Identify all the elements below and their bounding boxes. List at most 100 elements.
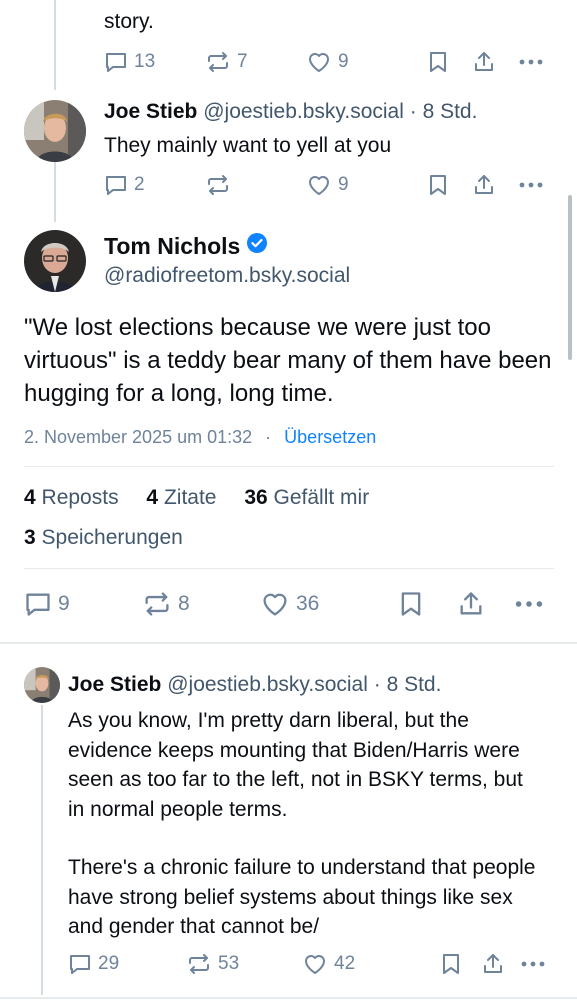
reposts-stat-num: 4 bbox=[24, 486, 36, 509]
divider bbox=[0, 997, 577, 999]
reply-icon bbox=[68, 952, 92, 976]
like-button[interactable]: 9 bbox=[306, 173, 349, 197]
more-icon bbox=[518, 173, 544, 197]
repost-count: 8 bbox=[178, 592, 190, 615]
bookmark-button[interactable] bbox=[427, 173, 449, 197]
repost-icon bbox=[205, 50, 231, 74]
like-count: 9 bbox=[338, 174, 349, 195]
verified-icon bbox=[246, 232, 268, 260]
author-handle[interactable]: @radiofreetom.bsky.social bbox=[104, 264, 350, 288]
like-button[interactable]: 36 bbox=[260, 590, 319, 618]
more-button[interactable] bbox=[518, 50, 544, 74]
bookmark-icon bbox=[427, 173, 449, 197]
post-date: 2. November 2025 um 01:32 bbox=[24, 427, 253, 447]
like-icon bbox=[306, 50, 332, 74]
divider bbox=[24, 568, 554, 569]
share-button[interactable] bbox=[472, 173, 496, 197]
share-icon bbox=[457, 590, 485, 618]
likes-stat[interactable]: 36 Gefällt mir bbox=[244, 486, 369, 509]
quotes-stat[interactable]: 4 Zitate bbox=[146, 486, 216, 509]
repost-button[interactable]: 53 bbox=[186, 952, 239, 976]
bookmark-button[interactable] bbox=[440, 952, 462, 976]
repost-count: 53 bbox=[218, 953, 240, 974]
more-icon bbox=[520, 952, 546, 976]
reply-header: Joe Stieb @joestieb.bsky.social · 8 Std. bbox=[68, 673, 441, 697]
post-stats: 4 Reposts 4 Zitate 36 Gefällt mir bbox=[24, 486, 369, 510]
share-button[interactable] bbox=[457, 590, 485, 618]
like-button[interactable]: 42 bbox=[302, 952, 355, 976]
repost-icon bbox=[205, 173, 231, 197]
reply-body: They mainly want to yell at you bbox=[104, 134, 392, 157]
share-button[interactable] bbox=[472, 50, 496, 74]
reply-count: 2 bbox=[134, 174, 145, 195]
share-icon bbox=[472, 173, 496, 197]
bookmark-button[interactable] bbox=[398, 590, 424, 618]
avatar[interactable] bbox=[24, 667, 60, 703]
more-icon bbox=[514, 590, 544, 618]
author-name[interactable]: Tom Nichols bbox=[104, 233, 240, 260]
repost-button[interactable] bbox=[205, 173, 231, 197]
repost-count: 7 bbox=[237, 51, 248, 72]
reply-button[interactable]: 2 bbox=[104, 173, 145, 197]
reply-header: Joe Stieb @joestieb.bsky.social · 8 Std. bbox=[104, 100, 477, 124]
avatar[interactable] bbox=[24, 100, 86, 162]
more-button[interactable] bbox=[514, 590, 544, 618]
reposts-stat[interactable]: 4 Reposts bbox=[24, 486, 119, 509]
repost-button[interactable]: 7 bbox=[205, 50, 248, 74]
divider bbox=[0, 642, 577, 644]
like-icon bbox=[302, 952, 328, 976]
reply-count: 29 bbox=[98, 953, 120, 974]
author-name[interactable]: Joe Stieb bbox=[68, 673, 161, 696]
bookmark-icon bbox=[440, 952, 462, 976]
author-handle[interactable]: @joestieb.bsky.social bbox=[167, 673, 368, 696]
thread-line bbox=[54, 0, 56, 90]
like-count: 36 bbox=[296, 592, 320, 615]
share-icon bbox=[472, 50, 496, 74]
author-name[interactable]: Joe Stieb bbox=[104, 100, 197, 123]
more-button[interactable] bbox=[520, 952, 546, 976]
like-button[interactable]: 9 bbox=[306, 50, 349, 74]
scrollbar-thumb[interactable] bbox=[568, 195, 572, 360]
reply-icon bbox=[104, 173, 128, 197]
more-button[interactable] bbox=[518, 173, 544, 197]
repost-icon bbox=[186, 952, 212, 976]
saves-stat[interactable]: 3 Speicherungen bbox=[24, 526, 183, 550]
reply-button[interactable]: 29 bbox=[68, 952, 119, 976]
post-body-tail: story. bbox=[104, 10, 154, 33]
post-date-row: 2. November 2025 um 01:32 · Übersetzen bbox=[24, 427, 376, 448]
repost-button[interactable]: 8 bbox=[142, 590, 190, 618]
like-icon bbox=[306, 173, 332, 197]
like-count: 9 bbox=[338, 51, 349, 72]
share-button[interactable] bbox=[481, 952, 505, 976]
quotes-stat-label: Zitate bbox=[163, 486, 217, 509]
thread-line bbox=[41, 705, 43, 995]
likes-stat-num: 36 bbox=[244, 486, 268, 509]
reply-button[interactable]: 9 bbox=[24, 590, 70, 618]
avatar[interactable] bbox=[24, 230, 86, 292]
like-count: 42 bbox=[334, 953, 356, 974]
reply-count: 13 bbox=[134, 51, 156, 72]
quotes-stat-num: 4 bbox=[146, 486, 159, 509]
more-icon bbox=[518, 50, 544, 74]
reply-body: As you know, I'm pretty darn liberal, bu… bbox=[68, 709, 523, 821]
post-time: · 8 Std. bbox=[409, 100, 478, 123]
likes-stat-label: Gefällt mir bbox=[273, 486, 370, 509]
bookmark-button[interactable] bbox=[427, 50, 449, 74]
author-handle[interactable]: @joestieb.bsky.social bbox=[203, 100, 404, 123]
reply-button[interactable]: 13 bbox=[104, 50, 155, 74]
reply-count: 9 bbox=[58, 592, 70, 615]
repost-icon bbox=[142, 590, 172, 618]
thread-line bbox=[54, 162, 56, 222]
saves-stat-num: 3 bbox=[24, 526, 36, 549]
saves-stat-label: Speicherungen bbox=[41, 526, 183, 549]
bookmark-icon bbox=[398, 590, 424, 618]
reply-body: There's a chronic failure to understand … bbox=[68, 856, 536, 938]
post-body: "We lost elections because we were just … bbox=[24, 314, 552, 407]
divider bbox=[24, 466, 554, 467]
author-header: Tom Nichols bbox=[104, 232, 268, 260]
share-icon bbox=[481, 952, 505, 976]
reply-icon bbox=[24, 590, 52, 618]
post-time: · 8 Std. bbox=[373, 673, 442, 696]
translate-link[interactable]: Übersetzen bbox=[284, 427, 376, 447]
bookmark-icon bbox=[427, 50, 449, 74]
